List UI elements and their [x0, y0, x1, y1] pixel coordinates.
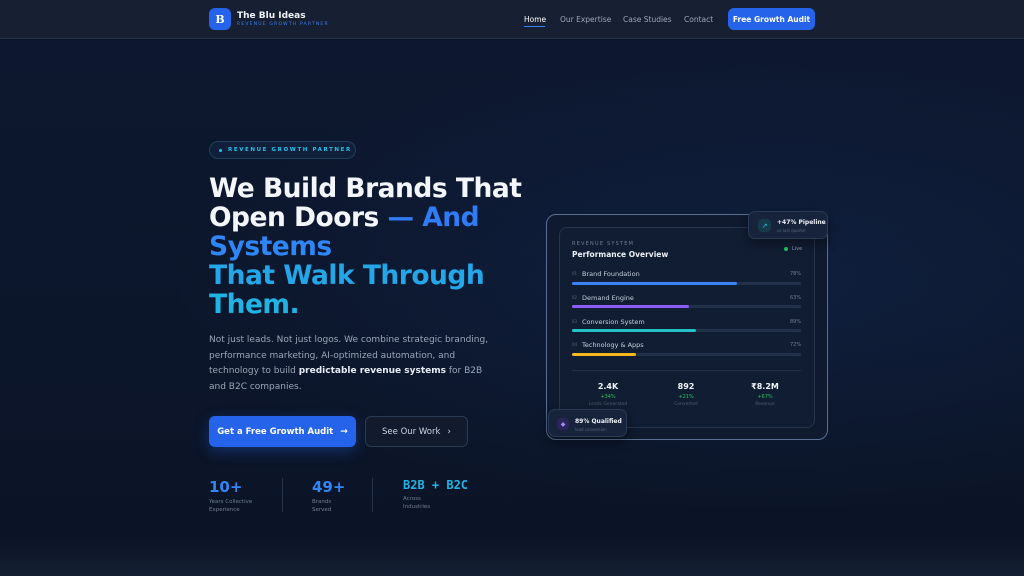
pipeline-badge-subtitle: vs last quarter	[777, 228, 807, 233]
stat-value-industries: B2B + B2C	[403, 478, 469, 492]
bar-percent: 63%	[790, 295, 802, 301]
metric-change-revenue: +67%	[757, 394, 773, 400]
live-dot-icon	[784, 247, 788, 251]
progress-fill	[572, 282, 737, 285]
pill-dot-icon	[219, 148, 222, 152]
bar-label: Conversion System	[582, 318, 645, 326]
qualified-badge-subtitle: lead conversion	[575, 427, 607, 432]
nav-link-home[interactable]: Home	[524, 15, 546, 24]
nav-link-case-studies[interactable]: Case Studies	[623, 15, 672, 24]
stat-value-experience: 10+	[209, 478, 243, 496]
metric-label-leads: Leads Generated	[588, 402, 628, 407]
progress-track	[572, 329, 801, 332]
metric-change-converted: +21%	[678, 394, 694, 400]
qualified-badge: ◆ 89% Qualified lead conversion	[548, 409, 627, 437]
nav-link-contact[interactable]: Contact	[684, 15, 713, 24]
diamond-icon: ◆	[557, 418, 569, 430]
progress-track	[572, 282, 801, 285]
active-nav-indicator	[524, 26, 545, 27]
progress-fill	[572, 305, 689, 308]
panel-eyebrow: REVENUE SYSTEM	[572, 241, 635, 247]
nav-audit-button[interactable]: Free Growth Audit	[728, 8, 815, 30]
brand-tagline: REVENUE GROWTH PARTNER	[237, 22, 329, 27]
stat-label-brands: Brands Served	[312, 499, 332, 513]
eyebrow-text: REVENUE GROWTH PARTNER	[228, 147, 352, 153]
see-work-button[interactable]: See Our Work ›	[365, 416, 468, 447]
metric-value-revenue: ₹8.2M	[751, 382, 779, 391]
stat-label-experience: Years Collective Experience	[209, 499, 253, 513]
bar-label: Demand Engine	[582, 294, 634, 302]
eyebrow-pill: REVENUE GROWTH PARTNER	[209, 141, 356, 159]
metric-label-converted: Converted	[674, 402, 698, 407]
qualified-badge-title: 89% Qualified	[575, 418, 622, 425]
chevron-right-icon: ›	[447, 426, 451, 437]
stat-divider	[372, 478, 373, 512]
headline-line-2-accent: — And	[387, 202, 480, 233]
panel-title: Performance Overview	[572, 250, 669, 259]
headline-line-5: Them.	[209, 289, 300, 320]
metric-label-revenue: Revenue	[755, 402, 775, 407]
stat-label-industries: Across Industries	[403, 496, 431, 510]
progress-track	[572, 353, 801, 356]
see-work-label: See Our Work	[382, 426, 441, 437]
bar-index: 02	[572, 295, 578, 300]
brand-name[interactable]: The Blu Ideas	[237, 11, 306, 21]
headline-line-4: That Walk Through	[209, 260, 485, 291]
panel-divider	[572, 370, 801, 371]
pipeline-badge: ↗ +47% Pipeline vs last quarter	[748, 211, 828, 239]
headline-line-1: We Build Brands That	[209, 173, 522, 204]
bar-label: Brand Foundation	[582, 270, 640, 278]
progress-track	[572, 305, 801, 308]
get-audit-button[interactable]: Get a Free Growth Audit →	[209, 416, 356, 447]
bar-index: 03	[572, 319, 578, 324]
bar-index: 04	[572, 342, 578, 347]
bar-percent: 72%	[790, 342, 802, 348]
bottom-fade	[0, 536, 1024, 576]
live-status: Live	[784, 246, 802, 252]
metric-value-leads: 2.4K	[597, 382, 619, 391]
top-navbar: B The Blu Ideas REVENUE GROWTH PARTNER H…	[0, 0, 1024, 39]
trending-up-icon: ↗	[758, 219, 771, 232]
bar-percent: 89%	[790, 319, 802, 325]
headline-line-2-start: Open Doors	[209, 202, 388, 233]
arrow-right-icon: →	[340, 426, 348, 437]
live-label: Live	[792, 246, 803, 252]
stat-value-brands: 49+	[312, 478, 346, 496]
pipeline-badge-title: +47% Pipeline	[777, 219, 826, 226]
bar-label: Technology & Apps	[582, 341, 644, 349]
nav-link-expertise[interactable]: Our Expertise	[560, 15, 611, 24]
headline-line-3: Systems	[209, 231, 332, 262]
headline-line-2: Open Doors — And	[209, 202, 480, 233]
progress-fill	[572, 329, 696, 332]
progress-fill	[572, 353, 637, 356]
bar-index: 01	[572, 271, 578, 276]
metric-change-leads: +34%	[600, 394, 616, 400]
metric-value-converted: 892	[677, 382, 695, 391]
bar-percent: 78%	[790, 271, 802, 277]
hero-description-highlight: predictable revenue systems	[298, 366, 447, 376]
stat-divider	[282, 478, 283, 512]
logo-icon[interactable]: B	[209, 8, 231, 30]
hero-background	[0, 40, 1024, 576]
hero-description: Not just leads. Not just logos. We combi…	[209, 333, 489, 395]
get-audit-label: Get a Free Growth Audit	[217, 426, 334, 437]
